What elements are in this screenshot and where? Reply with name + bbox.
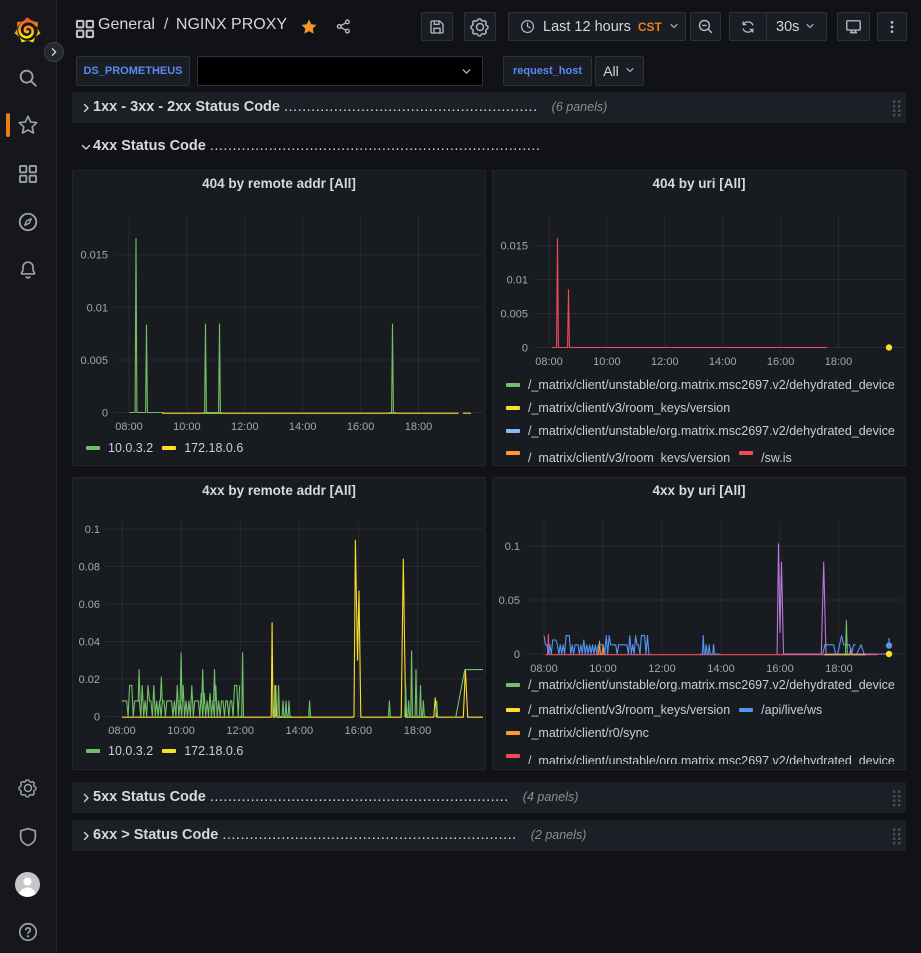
svg-text:16:00: 16:00	[766, 663, 794, 675]
svg-text:12:00: 12:00	[231, 421, 259, 433]
svg-text:0.05: 0.05	[499, 595, 520, 607]
svg-text:14:00: 14:00	[286, 725, 314, 737]
svg-text:0: 0	[94, 712, 100, 724]
svg-text:16:00: 16:00	[347, 421, 375, 433]
svg-text:0.02: 0.02	[79, 674, 100, 686]
svg-text:08:00: 08:00	[530, 663, 558, 675]
svg-text:12:00: 12:00	[651, 356, 679, 368]
svg-text:0.04: 0.04	[79, 637, 100, 649]
svg-text:0: 0	[522, 343, 528, 355]
svg-text:16:00: 16:00	[767, 356, 795, 368]
svg-text:08:00: 08:00	[535, 356, 563, 368]
svg-text:12:00: 12:00	[648, 663, 676, 675]
svg-text:0.005: 0.005	[80, 355, 108, 367]
svg-text:0.1: 0.1	[85, 524, 100, 536]
svg-text:14:00: 14:00	[709, 356, 737, 368]
svg-text:08:00: 08:00	[115, 421, 143, 433]
svg-text:0.1: 0.1	[505, 541, 520, 553]
svg-text:08:00: 08:00	[108, 725, 136, 737]
svg-text:10:00: 10:00	[593, 356, 621, 368]
svg-text:18:00: 18:00	[825, 356, 853, 368]
svg-text:0.01: 0.01	[507, 275, 528, 287]
svg-text:10:00: 10:00	[589, 663, 617, 675]
svg-text:18:00: 18:00	[825, 663, 853, 675]
svg-text:0.015: 0.015	[500, 241, 528, 253]
svg-text:0.015: 0.015	[80, 250, 108, 262]
svg-text:10:00: 10:00	[167, 725, 195, 737]
svg-text:18:00: 18:00	[404, 725, 432, 737]
svg-text:14:00: 14:00	[707, 663, 735, 675]
svg-text:0: 0	[514, 649, 520, 661]
svg-text:10:00: 10:00	[173, 421, 201, 433]
svg-text:0: 0	[102, 408, 108, 420]
svg-text:0.01: 0.01	[87, 302, 108, 314]
svg-text:0.08: 0.08	[79, 562, 100, 574]
svg-text:14:00: 14:00	[289, 421, 317, 433]
svg-text:12:00: 12:00	[226, 725, 254, 737]
svg-text:16:00: 16:00	[345, 725, 373, 737]
svg-text:0.005: 0.005	[500, 309, 528, 321]
svg-text:18:00: 18:00	[405, 421, 433, 433]
svg-text:0.06: 0.06	[79, 599, 100, 611]
